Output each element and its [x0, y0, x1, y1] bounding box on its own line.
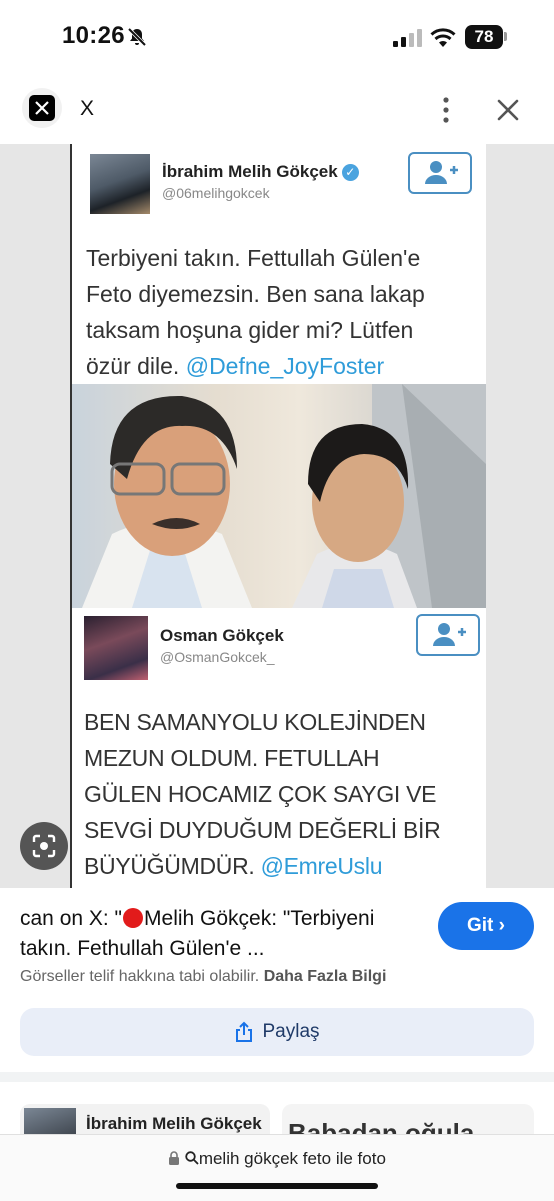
tweet2-follow-icon: [416, 614, 480, 656]
home-indicator: [176, 1183, 378, 1189]
related-image-1-text: İbrahim Melih Gökçek: [86, 1114, 262, 1133]
chevron-right-icon: ›: [498, 915, 505, 936]
tweet2-handle: @OsmanGokcek_: [160, 649, 275, 665]
close-icon[interactable]: [494, 96, 522, 124]
tweet1-handle: @06melihgokcek: [162, 185, 270, 201]
result-title[interactable]: can on X: " Melih Gökçek: "Terbiyeni takı…: [20, 904, 420, 964]
more-options-icon[interactable]: [436, 96, 456, 124]
tweet1-author: İbrahim Melih Gökçek ✓: [162, 162, 359, 182]
lens-icon: [32, 834, 56, 858]
tweet1-avatar: [90, 154, 150, 214]
status-bar: 10:26 78: [0, 0, 554, 72]
image-preview[interactable]: İbrahim Melih Gökçek ✓ @06melihgokcek Ter…: [0, 144, 554, 888]
tweet2-author: Osman Gökçek: [160, 626, 284, 645]
address-bar[interactable]: melih gökçek feto ile foto: [0, 1134, 554, 1201]
cellular-signal-icon: [393, 29, 422, 47]
site-favicon: [22, 88, 62, 128]
address-text[interactable]: melih gökçek feto ile foto: [0, 1149, 554, 1169]
tweet1-text: Terbiyeni takın. Fettullah Gülen'e Feto …: [86, 245, 425, 379]
tweet2-header: Osman Gökçek @OsmanGokcek_: [72, 608, 486, 694]
battery-tip: [504, 32, 507, 41]
site-name: X: [80, 97, 95, 120]
battery-indicator: 78: [465, 25, 503, 49]
status-time: 10:26: [62, 22, 125, 49]
lock-icon: [169, 1151, 180, 1165]
share-icon: [236, 1021, 253, 1042]
wifi-icon: [430, 28, 456, 47]
verified-badge-icon: ✓: [341, 164, 359, 182]
copyright-notice: Görseller telif hakkına tabi olabilir. D…: [20, 968, 387, 985]
learn-more-link[interactable]: Daha Fazla Bilgi: [264, 968, 387, 985]
tweet1-follow-icon: [408, 152, 472, 194]
tweet2-avatar: [84, 616, 148, 680]
x-logo-icon: [29, 95, 55, 121]
tweet-photo: [72, 384, 486, 608]
section-divider: [0, 1072, 554, 1082]
bell-muted-icon: [127, 27, 147, 47]
lens-search-button[interactable]: [20, 822, 68, 870]
visit-button[interactable]: Git ›: [438, 902, 534, 950]
search-icon: [185, 1151, 199, 1165]
tweet2-text: BEN SAMANYOLU KOLEJİNDEN MEZUN OLDUM. FE…: [84, 709, 441, 879]
red-circle-icon: [123, 908, 144, 928]
tweet-screenshot-image: İbrahim Melih Gökçek ✓ @06melihgokcek Ter…: [70, 144, 486, 888]
share-button[interactable]: Paylaş: [20, 1008, 534, 1056]
tweet1-header: İbrahim Melih Gökçek ✓ @06melihgokcek: [72, 144, 486, 228]
